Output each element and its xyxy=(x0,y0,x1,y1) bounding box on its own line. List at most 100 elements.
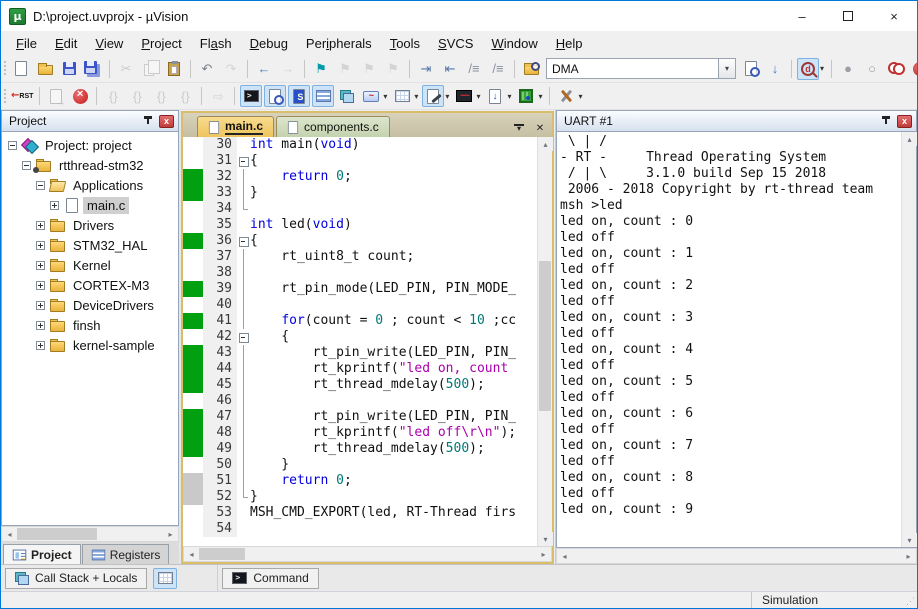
step-over-icon[interactable]: {} xyxy=(126,85,148,107)
scroll-left-icon[interactable]: ◂ xyxy=(557,549,572,563)
tree-group-stm32-hal[interactable]: STM32_HAL xyxy=(2,235,178,255)
uart-horizontal-scrollbar[interactable]: ◂ ▸ xyxy=(556,548,917,564)
open-file-icon[interactable] xyxy=(34,58,56,80)
resize-grip[interactable]: ⋰ xyxy=(901,592,917,608)
tree-target-rtthread-stm32[interactable]: rtthread-stm32 xyxy=(2,155,178,175)
editor-vertical-scrollbar[interactable]: ▴ ▾ xyxy=(537,137,552,546)
debug-toolbar-tools-icon[interactable] xyxy=(555,85,577,107)
next-bookmark-icon[interactable]: ⚑ xyxy=(334,58,356,80)
navigate-forward-icon[interactable]: → xyxy=(277,58,299,80)
memory-window-dropdown-icon[interactable]: ▾ xyxy=(414,92,418,101)
scroll-down-icon[interactable]: ▾ xyxy=(538,532,553,546)
insert-remove-breakpoint-icon[interactable]: ● xyxy=(837,58,859,80)
tree-group-kernel-sample[interactable]: kernel-sample xyxy=(2,335,178,355)
project-tree[interactable]: Project: projectrtthread-stm32Applicatio… xyxy=(1,132,179,526)
scroll-right-icon[interactable]: ▸ xyxy=(536,547,551,561)
navigate-back-icon[interactable]: ← xyxy=(253,58,275,80)
scrollbar-thumb[interactable] xyxy=(17,528,97,540)
menu-project[interactable]: Project xyxy=(132,33,190,54)
disable-all-breakpoints-icon[interactable] xyxy=(885,58,907,80)
scroll-right-icon[interactable]: ▸ xyxy=(163,527,178,541)
uart-output[interactable]: \ | /- RT - Thread Operating System / | … xyxy=(557,132,901,547)
fold-collapse-icon[interactable] xyxy=(237,329,250,345)
redo-icon[interactable]: ↷ xyxy=(220,58,242,80)
scroll-right-icon[interactable]: ▸ xyxy=(901,549,916,563)
system-viewer-icon[interactable] xyxy=(515,85,537,107)
cut-icon[interactable]: ✂ xyxy=(115,58,137,80)
menu-peripherals[interactable]: Peripherals xyxy=(297,33,381,54)
tree-group-applications[interactable]: Applications xyxy=(2,175,178,195)
unindent-icon[interactable]: ⇤ xyxy=(439,58,461,80)
uncomment-selection-icon[interactable]: /≡ xyxy=(487,58,509,80)
scroll-up-icon[interactable]: ▴ xyxy=(902,132,917,146)
tree-project-root[interactable]: Project: project xyxy=(2,135,178,155)
expand-icon[interactable] xyxy=(36,221,45,230)
serial-window-dropdown-icon[interactable]: ▾ xyxy=(445,92,449,101)
document-list-icon[interactable]: ▾ xyxy=(510,119,528,137)
scrollbar-thumb[interactable] xyxy=(539,261,551,411)
logic-analyzer-icon[interactable] xyxy=(453,85,475,107)
menu-help[interactable]: Help xyxy=(547,33,592,54)
step-out-icon[interactable]: {} xyxy=(150,85,172,107)
show-next-statement-icon[interactable] xyxy=(45,85,67,107)
project-horizontal-scrollbar[interactable]: ◂ ▸ xyxy=(1,526,179,542)
expand-icon[interactable] xyxy=(36,321,45,330)
menu-flash[interactable]: Flash xyxy=(191,33,241,54)
save-icon[interactable] xyxy=(58,58,80,80)
enable-disable-breakpoint-icon[interactable]: ○ xyxy=(861,58,883,80)
uart-vertical-scrollbar[interactable]: ▴ ▾ xyxy=(901,132,916,547)
tab-registers[interactable]: Registers xyxy=(82,544,170,564)
trace-window-icon[interactable] xyxy=(484,85,506,107)
reset-cpu-icon[interactable] xyxy=(10,85,34,107)
menu-svcs[interactable]: SVCS xyxy=(429,33,482,54)
tree-group-kernel[interactable]: Kernel xyxy=(2,255,178,275)
fold-collapse-icon[interactable] xyxy=(237,233,250,249)
incremental-find-icon[interactable]: ↓ xyxy=(764,58,786,80)
menu-tools[interactable]: Tools xyxy=(381,33,429,54)
registers-window-toggle-icon[interactable] xyxy=(312,85,334,107)
pin-icon[interactable] xyxy=(141,114,155,128)
scroll-left-icon[interactable]: ◂ xyxy=(2,527,17,541)
undo-icon[interactable]: ↶ xyxy=(196,58,218,80)
find-combo-dropdown-icon[interactable]: ▾ xyxy=(718,58,736,79)
kill-all-breakpoints-icon[interactable] xyxy=(909,58,918,80)
save-all-icon[interactable] xyxy=(82,58,104,80)
find-combo-value[interactable]: DMA xyxy=(546,58,718,79)
pin-icon[interactable] xyxy=(879,114,893,128)
scroll-up-icon[interactable]: ▴ xyxy=(538,137,553,151)
tree-group-finsh[interactable]: finsh xyxy=(2,315,178,335)
copy-icon[interactable] xyxy=(139,58,161,80)
system-viewer-dropdown-icon[interactable]: ▾ xyxy=(538,92,542,101)
find-combo[interactable]: DMA▾ xyxy=(546,58,736,79)
clear-all-bookmarks-icon[interactable]: ⚑ xyxy=(382,58,404,80)
code-editor[interactable]: 30int main(void)31{32 return 0;33}3435in… xyxy=(183,137,537,546)
trace-window-dropdown-icon[interactable]: ▾ xyxy=(507,92,511,101)
scroll-left-icon[interactable]: ◂ xyxy=(184,547,199,561)
editor-horizontal-scrollbar[interactable]: ◂ ▸ xyxy=(183,546,552,562)
tree-group-devicedrivers[interactable]: DeviceDrivers xyxy=(2,295,178,315)
project-panel-close-icon[interactable]: x xyxy=(159,115,174,128)
expand-icon[interactable] xyxy=(36,241,45,250)
menu-edit[interactable]: Edit xyxy=(46,33,86,54)
scrollbar-thumb[interactable] xyxy=(199,548,245,560)
debug-toolbar-tools-dropdown-icon[interactable]: ▾ xyxy=(578,92,582,101)
tree-file-main-c[interactable]: main.c xyxy=(2,195,178,215)
watch-window-dropdown-icon[interactable]: ▾ xyxy=(383,92,387,101)
tab-call-stack-locals[interactable]: Call Stack + Locals xyxy=(5,568,147,589)
close-document-icon[interactable]: ✕ xyxy=(531,119,549,137)
symbols-window-toggle-icon[interactable] xyxy=(288,85,310,107)
collapse-icon[interactable] xyxy=(36,181,45,190)
expand-icon[interactable] xyxy=(36,281,45,290)
indent-icon[interactable]: ⇥ xyxy=(415,58,437,80)
call-stack-window-toggle-icon[interactable] xyxy=(336,85,358,107)
minimize-button[interactable]: – xyxy=(779,1,825,31)
step-into-icon[interactable]: {} xyxy=(102,85,124,107)
command-window-toggle-icon[interactable] xyxy=(240,85,262,107)
new-file-icon[interactable] xyxy=(10,58,32,80)
expand-icon[interactable] xyxy=(36,301,45,310)
serial-window-icon[interactable] xyxy=(422,85,444,107)
maximize-button[interactable] xyxy=(825,1,871,31)
collapse-icon[interactable] xyxy=(22,161,31,170)
stop-debug-icon[interactable] xyxy=(69,85,91,107)
collapse-icon[interactable] xyxy=(8,141,17,150)
